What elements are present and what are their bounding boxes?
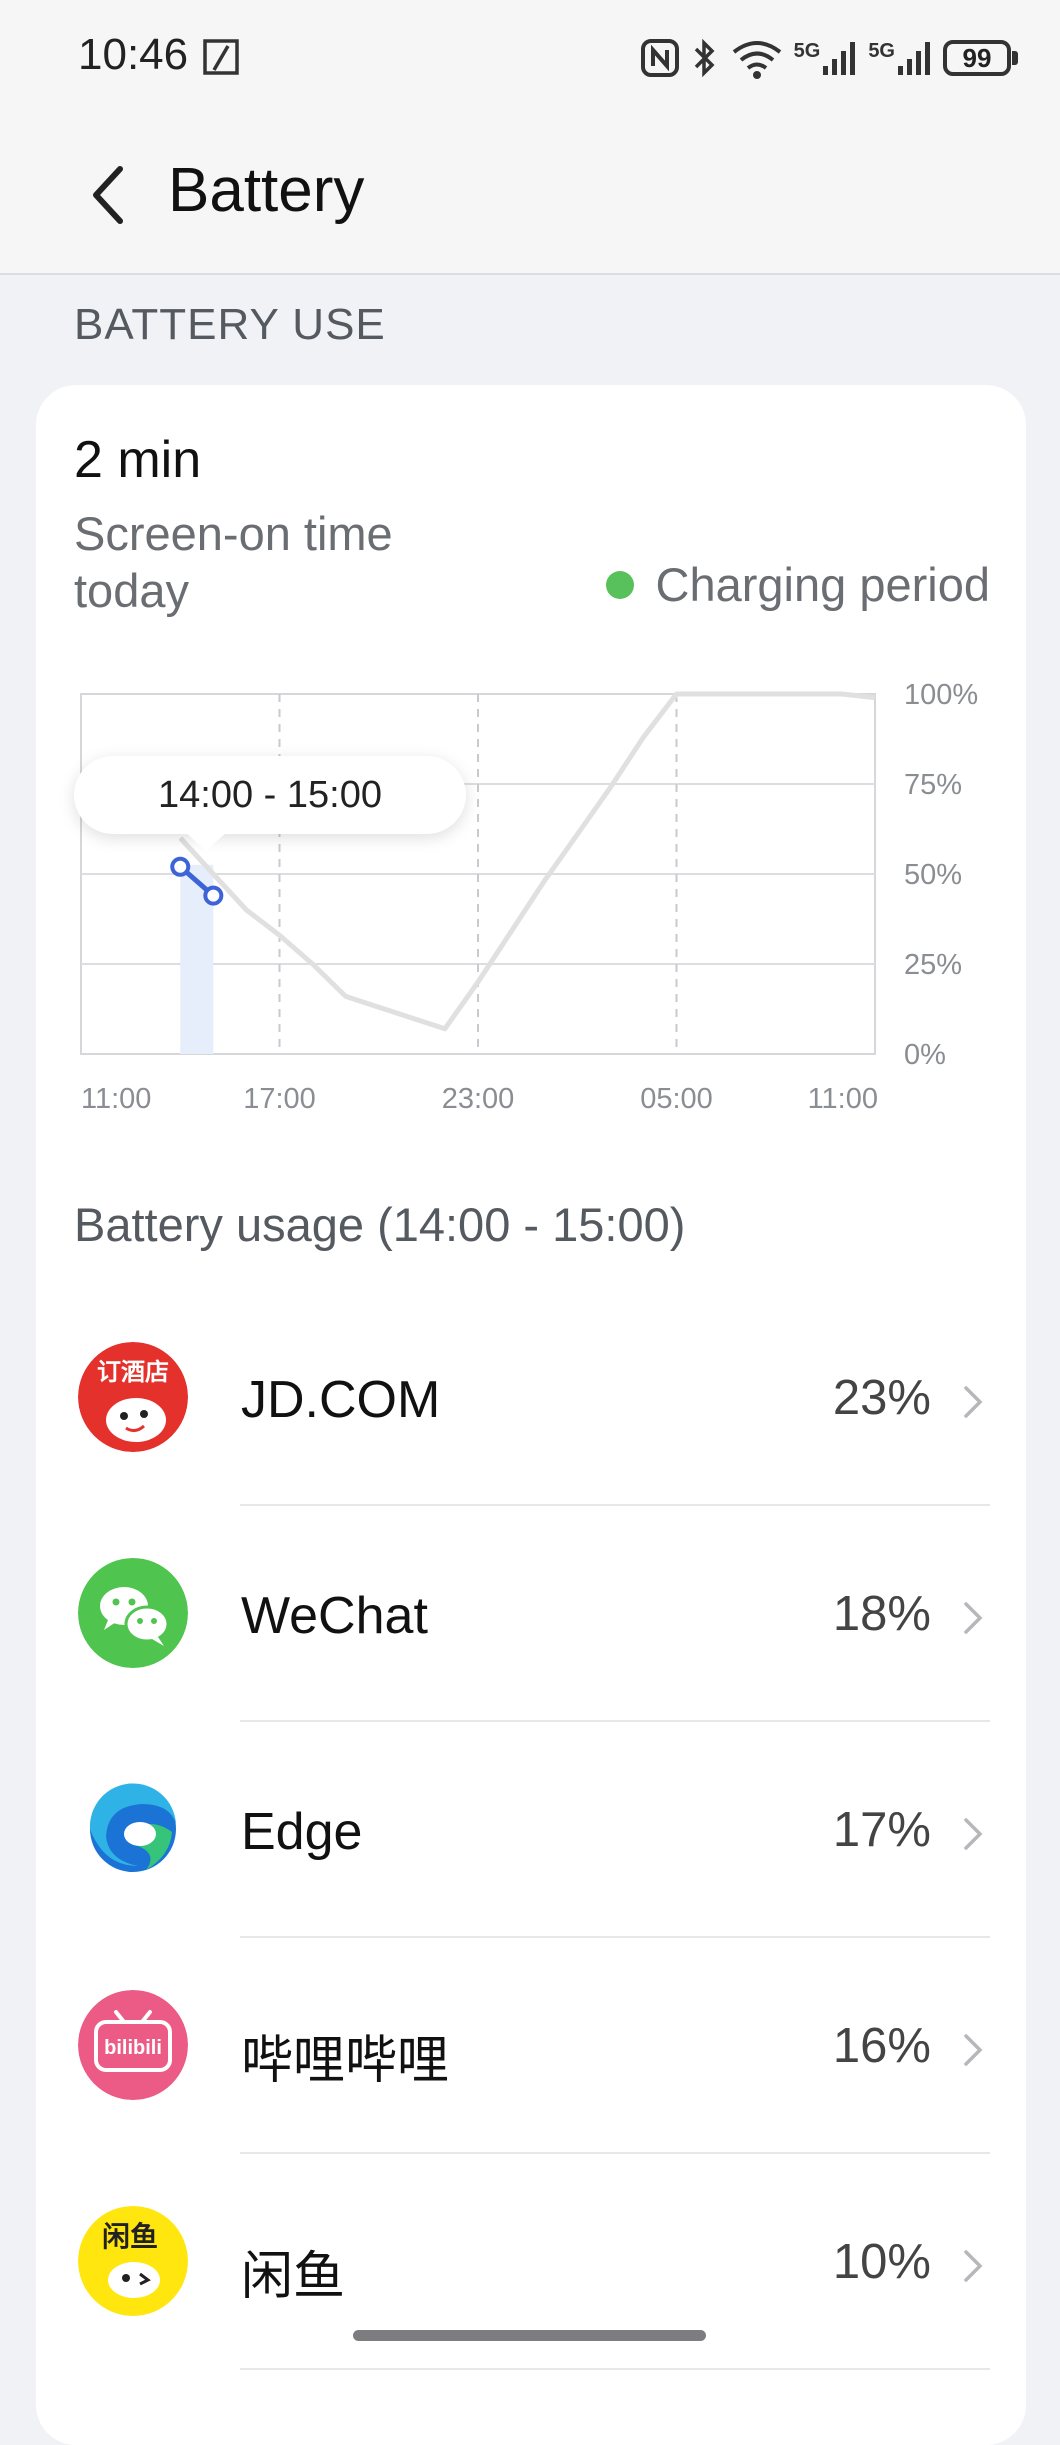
chevron-right-icon (964, 1818, 983, 1850)
back-button[interactable] (78, 160, 138, 230)
usage-title: Battery usage (14:00 - 15:00) (74, 1198, 686, 1251)
chevron-right-icon (964, 1386, 983, 1418)
x-tick-label: 17:00 (243, 1083, 316, 1115)
app-row-wechat[interactable]: WeChat 18% (36, 1506, 1026, 1722)
network-label-2: 5G (868, 40, 895, 62)
divider (240, 2368, 990, 2370)
tooltip-tail (184, 831, 228, 851)
battery-use-card: 2 min Screen-on time today Charging peri… (36, 385, 1026, 2445)
y-tick-label: 50% (904, 859, 962, 891)
wechat-icon (78, 1558, 188, 1668)
x-tick-label: 23:00 (442, 1083, 515, 1115)
app-row-jd[interactable]: 订酒店 JD.COM 23% (36, 1290, 1026, 1506)
edge-icon (78, 1774, 188, 1884)
x-tick-label: 11:00 (81, 1083, 151, 1115)
back-arrow-icon (93, 166, 123, 224)
app-row-bilibili[interactable]: bilibili 哔哩哔哩 16% (36, 1938, 1026, 2154)
highlight-point (203, 885, 224, 906)
app-percent: 18% (832, 1587, 931, 1641)
network-label-1: 5G (793, 40, 821, 62)
signal-icon (823, 42, 856, 75)
app-percent: 17% (832, 1803, 931, 1857)
bilibili-icon: bilibili (78, 1990, 188, 2100)
app-percent: 23% (832, 1371, 931, 1425)
app-name: Edge (241, 1803, 363, 1861)
xianyu-icon-label: 闲鱼 (102, 2221, 158, 2252)
status-bar: 10:46 5G 5G 99 (0, 0, 1060, 115)
battery-level-line (178, 691, 876, 1032)
app-usage-list: 订酒店 JD.COM 23% WeChat 18% Edge 17% bilib… (36, 1290, 1026, 2370)
app-header: Battery (0, 115, 1060, 275)
y-tick-label: 25% (904, 949, 962, 981)
x-tick-label: 11:00 (808, 1083, 878, 1115)
signal-icon (898, 42, 930, 75)
chevron-right-icon (964, 2034, 983, 2066)
wifi-icon (732, 41, 781, 79)
home-indicator[interactable] (353, 2330, 706, 2341)
jd-icon: 订酒店 (78, 1342, 188, 1452)
time-tooltip: 14:00 - 15:00 (74, 756, 466, 834)
y-tick-label: 0% (904, 1039, 946, 1071)
status-time: 10:46 (78, 30, 189, 79)
section-label: BATTERY USE (74, 300, 386, 349)
y-tick-label: 100% (904, 679, 978, 711)
app-percent: 16% (832, 2019, 931, 2073)
app-percent: 10% (832, 2235, 931, 2289)
y-tick-label: 75% (904, 769, 962, 801)
sim-card-icon (203, 39, 239, 75)
highlight-point (170, 856, 191, 877)
chevron-right-icon (964, 2250, 983, 2282)
app-row-edge[interactable]: Edge 17% (36, 1722, 1026, 1938)
nfc-icon (640, 39, 679, 77)
x-tick-label: 05:00 (640, 1083, 713, 1115)
battery-level: 99 (962, 42, 992, 73)
battery-icon: 99 (943, 40, 1011, 76)
app-name: JD.COM (241, 1371, 441, 1429)
page-title: Battery (168, 156, 365, 225)
chevron-right-icon (964, 1602, 983, 1634)
xianyu-icon: 闲鱼 (78, 2206, 188, 2316)
bluetooth-icon (694, 38, 715, 78)
status-icons: 5G 5G 99 (640, 30, 1018, 86)
app-name: 哔哩哔哩 (241, 2032, 450, 2090)
bilibili-icon-label: bilibili (104, 2037, 162, 2059)
jd-icon-label: 订酒店 (97, 1359, 169, 1386)
app-name: 闲鱼 (241, 2248, 346, 2306)
app-name: WeChat (241, 1587, 428, 1645)
